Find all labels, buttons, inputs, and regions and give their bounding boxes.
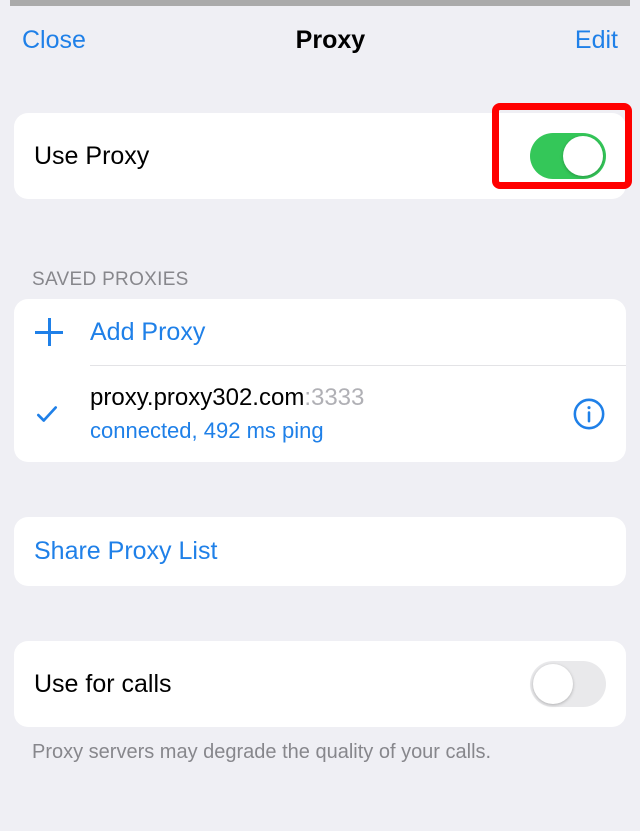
share-proxy-list-label: Share Proxy List [34, 537, 217, 566]
page-title: Proxy [296, 26, 365, 55]
share-proxy-list-row[interactable]: Share Proxy List [14, 517, 626, 586]
proxy-status: connected, 492 ms ping [90, 418, 572, 444]
proxy-host: proxy.proxy302.com [90, 384, 304, 411]
saved-proxies-header: SAVED PROXIES [0, 269, 640, 299]
edit-button[interactable]: Edit [575, 26, 618, 55]
use-for-calls-row: Use for calls [14, 641, 626, 727]
proxy-host-line: proxy.proxy302.com:3333 [90, 384, 572, 412]
proxy-row[interactable]: proxy.proxy302.com:3333 connected, 492 m… [14, 366, 626, 462]
close-button[interactable]: Close [22, 26, 86, 55]
proxy-port: :3333 [304, 384, 364, 411]
add-proxy-row[interactable]: Add Proxy [14, 299, 626, 365]
use-for-calls-label: Use for calls [34, 670, 172, 699]
use-proxy-row: Use Proxy [14, 113, 626, 199]
calls-footer-note: Proxy servers may degrade the quality of… [0, 727, 640, 764]
plus-icon [34, 317, 64, 347]
navbar: Close Proxy Edit [0, 6, 640, 73]
use-for-calls-toggle[interactable] [530, 661, 606, 707]
use-proxy-label: Use Proxy [34, 142, 149, 171]
info-icon[interactable] [572, 397, 606, 431]
add-proxy-label: Add Proxy [90, 318, 205, 347]
use-proxy-toggle[interactable] [530, 133, 606, 179]
check-icon [34, 401, 60, 427]
